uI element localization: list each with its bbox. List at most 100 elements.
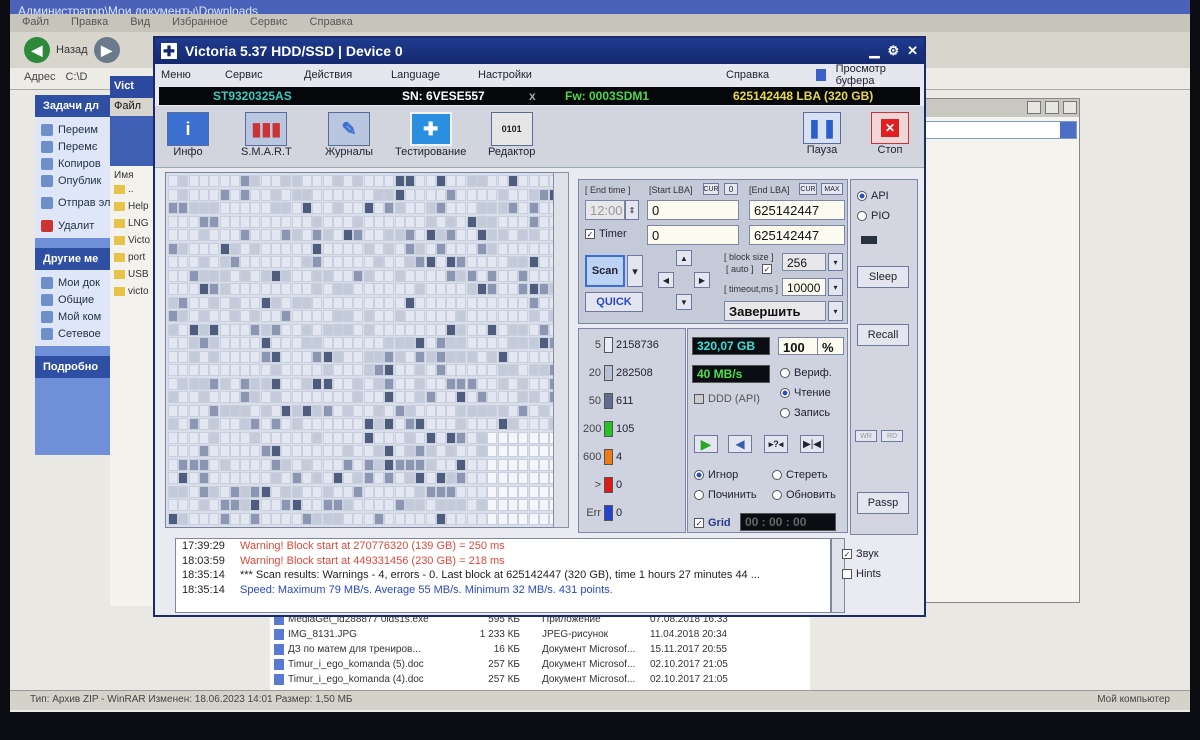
scan-block (301, 269, 312, 282)
auto-checkbox[interactable]: ✓ (762, 264, 772, 274)
back-label[interactable]: Назад (56, 44, 88, 56)
sleep-button[interactable]: Sleep (857, 266, 909, 288)
end-action-dropdown-icon[interactable]: ▾ (828, 301, 843, 321)
start-lba-field[interactable]: 0 (647, 200, 739, 220)
write-radio[interactable]: Запись (780, 407, 830, 419)
scan-block (477, 404, 487, 417)
settings-icon[interactable]: ⚙ (887, 43, 899, 59)
dropdown-field[interactable] (918, 121, 1077, 139)
scan-block (301, 431, 312, 444)
explorer-menu-help[interactable]: Справка (310, 16, 353, 30)
timer-checkbox[interactable]: ✓ Timer (585, 228, 627, 240)
address-value[interactable]: C:\D (66, 71, 88, 86)
erase-radio[interactable]: Стереть (772, 469, 828, 481)
scan-block (168, 175, 178, 187)
minimize-icon[interactable] (1027, 101, 1041, 114)
file-row[interactable]: ДЗ по матем для трениров... 16 КБ Документ… (270, 642, 810, 657)
arrow-left-icon[interactable]: ◀ (658, 272, 674, 288)
scan-button[interactable]: Scan (585, 255, 625, 287)
end-lba-field-2[interactable]: 625142447 (749, 225, 845, 245)
end-time-field[interactable]: 12:00 (585, 200, 625, 220)
pio-radio[interactable]: PIO (857, 210, 890, 222)
minimize-icon[interactable]: ▁ (869, 43, 879, 59)
hints-checkbox[interactable]: Hints (842, 568, 881, 580)
block-size-dropdown-icon[interactable]: ▾ (828, 253, 843, 271)
api-radio[interactable]: API (857, 190, 889, 202)
explorer-menu-view[interactable]: Вид (130, 16, 150, 30)
rewind-icon[interactable]: ◀ (728, 435, 752, 453)
file-size: 257 КБ (488, 659, 520, 670)
scan-block (209, 512, 220, 525)
explorer-menu-file[interactable]: Файл (22, 16, 49, 30)
scan-block (168, 418, 178, 430)
skip-to-end-icon[interactable]: ▶|◀ (800, 435, 824, 453)
max-button[interactable]: MAX (821, 183, 843, 195)
arrow-right-icon[interactable]: ▶ (694, 272, 710, 288)
smart-button[interactable]: ▮▮▮ S.M.A.R.T (241, 112, 292, 158)
unknown-skip-icon[interactable]: ▸?◂ (764, 435, 788, 453)
end-time-spinner-icon[interactable]: ⇕ (625, 200, 639, 220)
ignore-radio[interactable]: Игнор (694, 469, 738, 481)
maximize-icon[interactable] (1045, 101, 1059, 114)
wr-button[interactable]: WR (855, 430, 877, 442)
play-icon[interactable]: ▶ (694, 435, 718, 453)
repair-radio[interactable]: Починить (694, 489, 757, 501)
verify-radio[interactable]: Вериф. (780, 367, 832, 379)
zero-button[interactable]: 0 (724, 183, 738, 195)
recall-button[interactable]: Recall (857, 324, 909, 346)
back-arrow-icon[interactable]: ◀ (24, 37, 50, 63)
editor-button[interactable]: 0101 Редактор (488, 112, 535, 158)
info-button[interactable]: i Инфо (167, 112, 209, 158)
cur-end-button[interactable]: CUR (799, 183, 817, 195)
cur-start-button[interactable]: CUR (703, 183, 719, 195)
timeout-field[interactable]: 10000 (782, 278, 826, 296)
end-lba-field[interactable]: 625142447 (749, 200, 845, 220)
grid-checkbox[interactable]: ✓ Grid (694, 517, 731, 529)
arrow-down-icon[interactable]: ▼ (676, 294, 692, 310)
sound-checkbox[interactable]: ✓ Звук (842, 548, 879, 560)
scan-block (219, 296, 230, 309)
file-row[interactable]: IMG_8131.JPG 1 233 КБ JPEG-рисунок 11.04.20… (270, 627, 810, 642)
scan-block (425, 418, 436, 430)
menu-service[interactable]: Сервис (219, 69, 263, 81)
read-radio[interactable]: Чтение (780, 387, 831, 399)
device-x[interactable]: x (529, 89, 536, 103)
close-icon[interactable] (1063, 101, 1077, 114)
explorer-menu-edit[interactable]: Правка (71, 16, 108, 30)
stop-button[interactable]: ✕ Стоп (871, 112, 909, 156)
chevron-down-icon[interactable] (1060, 122, 1076, 138)
menu-buffer-view[interactable]: Просмотр буфера (810, 63, 924, 87)
passp-button[interactable]: Passp (857, 492, 909, 514)
refresh-radio[interactable]: Обновить (772, 489, 836, 501)
grid-scrollbar[interactable] (553, 172, 569, 528)
scan-block (456, 364, 467, 376)
menu-settings[interactable]: Настройки (472, 69, 532, 81)
menu-main[interactable]: Меню (155, 69, 191, 81)
logs-button[interactable]: ✎ Журналы (325, 112, 373, 158)
arrow-up-icon[interactable]: ▲ (676, 250, 692, 266)
end-action-select[interactable]: Завершить (724, 301, 826, 321)
explorer-menu-favorites[interactable]: Избранное (172, 16, 228, 30)
file-row[interactable]: Timur_i_ego_komanda (4).doc 257 КБ Докумен… (270, 672, 810, 687)
quick-button[interactable]: QUICK (585, 292, 643, 312)
ddd-checkbox[interactable]: DDD (API) (694, 393, 760, 405)
scan-block (209, 445, 220, 457)
rd-button[interactable]: RD (881, 430, 903, 442)
scan-dropdown-icon[interactable]: ▾ (627, 255, 643, 287)
file-row[interactable]: Timur_i_ego_komanda (5).doc 257 КБ Докумен… (270, 657, 810, 672)
testing-button[interactable]: ✚ Тестирование (395, 112, 466, 158)
menu-actions[interactable]: Действия (298, 69, 352, 81)
timer-field[interactable]: 0 (647, 225, 739, 245)
block-size-field[interactable]: 256 (782, 253, 826, 271)
menu-help[interactable]: Справка (720, 69, 769, 81)
forward-arrow-icon[interactable]: ▶ (93, 37, 120, 63)
scan-block (312, 215, 323, 228)
explorer-menu-tools[interactable]: Сервис (250, 16, 288, 30)
scan-block (332, 472, 343, 484)
scan-block (425, 269, 436, 282)
close-icon[interactable]: ✕ (907, 43, 918, 59)
timeout-dropdown-icon[interactable]: ▾ (828, 278, 843, 296)
menu-language[interactable]: Language (385, 69, 440, 81)
scan-block (322, 202, 333, 214)
pause-button[interactable]: ❚❚ Пауза (803, 112, 841, 156)
